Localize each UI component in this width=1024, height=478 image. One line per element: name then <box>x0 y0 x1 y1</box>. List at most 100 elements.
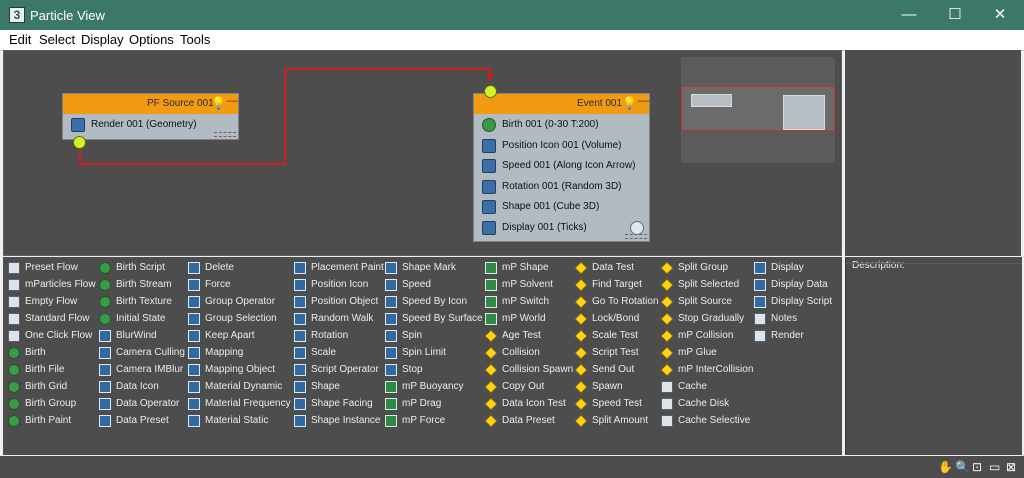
minimize-node-icon[interactable]: — <box>227 95 238 107</box>
node-header[interactable]: Event 001 💡 — <box>474 94 649 114</box>
op-icon <box>188 347 200 359</box>
op-icon <box>188 364 200 376</box>
test-icon <box>574 329 588 343</box>
util-icon <box>661 415 673 427</box>
depot-item-label: BlurWind <box>116 330 157 341</box>
depot-item-label: Cache <box>678 381 707 392</box>
depot-item-label: Empty Flow <box>25 296 78 307</box>
depot-item-label: Birth File <box>25 364 65 375</box>
operator-label: Render 001 (Geometry) <box>91 119 197 130</box>
flow-icon <box>8 262 20 274</box>
depot-item-label: mParticles Flow <box>25 279 96 290</box>
op-icon <box>754 262 766 274</box>
depot-item-label: mP Collision <box>678 330 734 341</box>
depot-item-label: Shape Facing <box>311 398 373 409</box>
op-icon <box>385 296 397 308</box>
depot-item-label: Shape <box>311 381 340 392</box>
test-icon <box>484 329 498 343</box>
node-header[interactable]: PF Source 001 💡 — <box>63 94 238 114</box>
depot-item-label: Force <box>205 279 231 290</box>
source-output-port[interactable] <box>73 136 86 149</box>
op-icon <box>385 313 397 325</box>
resize-grip[interactable] <box>625 234 647 239</box>
op-icon <box>99 398 111 410</box>
depot-item-label: Cache Selective <box>678 415 751 426</box>
op-icon <box>188 330 200 342</box>
depot-item-label: Spin Limit <box>402 347 446 358</box>
zoom-extents-icon[interactable]: ▭ <box>989 460 1000 474</box>
op-icon <box>294 313 306 325</box>
wire-arrow-icon <box>486 74 494 81</box>
event-output-port[interactable] <box>630 221 644 235</box>
menu-display[interactable]: Display <box>81 32 124 47</box>
depot-item-label: Split Source <box>678 296 732 307</box>
depot-item-label: Script Test <box>592 347 639 358</box>
test-icon <box>484 346 498 360</box>
menu-bar: Edit Select Display Options Tools <box>0 30 1024 51</box>
depot-item-label: Find Target <box>592 279 642 290</box>
depot-item-label: Shape Mark <box>402 262 456 273</box>
op-icon <box>385 347 397 359</box>
depot-item-label: Position Object <box>311 296 379 307</box>
test-icon <box>660 295 674 309</box>
pan-icon[interactable]: ✋ <box>938 460 953 474</box>
zoom-icon[interactable]: 🔍 <box>955 460 970 474</box>
depot-item-label: mP Solvent <box>502 279 553 290</box>
maximize-button[interactable]: ☐ <box>932 0 978 30</box>
depot-item-label: Notes <box>771 313 798 324</box>
minimize-node-icon[interactable]: — <box>638 95 649 107</box>
op-icon <box>188 296 200 308</box>
util-icon <box>754 313 766 325</box>
depot-item-label: Stop Gradually <box>678 313 745 324</box>
resize-grip[interactable] <box>214 132 236 137</box>
op-icon <box>294 415 306 427</box>
depot-item-label: Random Walk <box>311 313 374 324</box>
depot-item-label: Data Preset <box>116 415 169 426</box>
op-icon <box>294 381 306 393</box>
menu-select[interactable]: Select <box>39 32 75 47</box>
status-bar <box>0 456 1024 478</box>
operator-depot: Preset Flow mParticles Flow Empty Flow Stan… <box>3 257 842 455</box>
birth-icon <box>99 313 111 325</box>
depot-item-label: Keep Apart <box>205 330 255 341</box>
op-icon <box>294 330 306 342</box>
op-icon <box>385 262 397 274</box>
pf-source-node[interactable]: PF Source 001 💡 — Render 001 (Geometry) <box>62 93 239 140</box>
operator-label: Rotation 001 (Random 3D) <box>502 181 622 192</box>
depot-item-label: Standard Flow <box>25 313 90 324</box>
menu-options[interactable]: Options <box>129 32 174 47</box>
wire-segment <box>79 163 286 165</box>
depot-item-label: Collision <box>502 347 540 358</box>
close-button[interactable]: ✕ <box>977 0 1023 30</box>
test-icon <box>574 295 588 309</box>
birth-icon <box>99 296 111 308</box>
op-icon <box>188 381 200 393</box>
op-icon <box>99 347 111 359</box>
depot-item-label: mP Force <box>402 415 446 426</box>
depot-item-label: Shape Instance <box>311 415 381 426</box>
op-icon <box>294 262 306 274</box>
zoom-region-icon[interactable]: ⊡ <box>972 460 982 474</box>
minimize-button[interactable]: — <box>886 0 932 30</box>
depot-item-label: Speed <box>402 279 431 290</box>
position-icon <box>482 139 496 153</box>
depot-item-label: Scale Test <box>592 330 638 341</box>
depot-item-label: Birth Stream <box>116 279 172 290</box>
lightbulb-icon[interactable]: 💡 <box>622 96 637 110</box>
lightbulb-icon[interactable]: 💡 <box>211 96 226 110</box>
flow-icon <box>8 330 20 342</box>
op-icon <box>99 330 111 342</box>
event-node[interactable]: Event 001 💡 — Birth 001 (0-30 T:200) Pos… <box>473 93 650 242</box>
depot-item-label: Placement Paint <box>311 262 384 273</box>
event-input-port[interactable] <box>484 85 497 98</box>
minimap-source-node <box>691 94 732 107</box>
no-zoom-icon[interactable]: ⊠ <box>1006 460 1016 474</box>
operator-label: Speed 001 (Along Icon Arrow) <box>502 160 636 171</box>
operator-item[interactable]: Render 001 (Geometry) <box>71 117 231 136</box>
shape-icon <box>482 200 496 214</box>
depot-item-label: mP Switch <box>502 296 550 307</box>
depot-item-label: Initial State <box>116 313 166 324</box>
menu-edit[interactable]: Edit <box>9 32 31 47</box>
mp-icon <box>485 279 497 291</box>
menu-tools[interactable]: Tools <box>180 32 210 47</box>
